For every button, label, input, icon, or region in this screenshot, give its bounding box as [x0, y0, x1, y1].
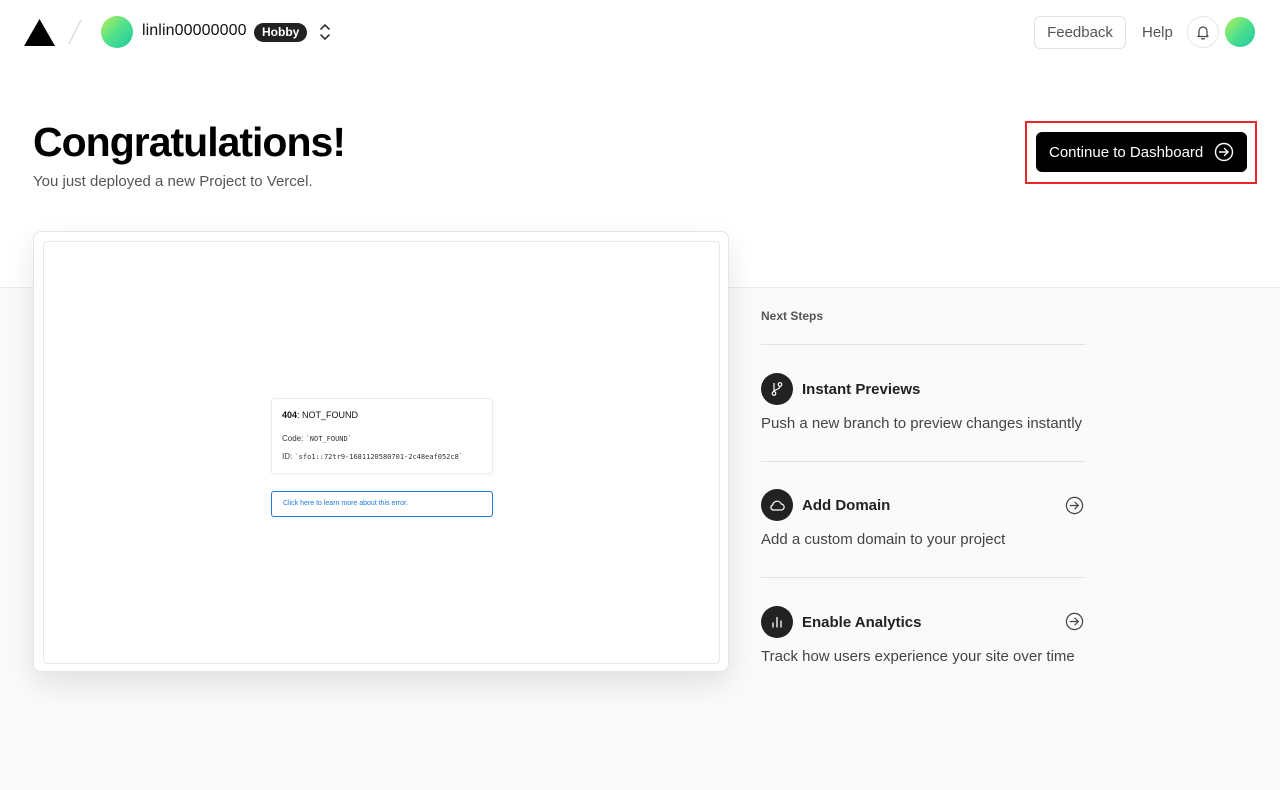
step-icon-badge [761, 606, 793, 638]
error-id-value: `sfo1::72tr9-1681120580701-2c48eaf052c8` [294, 453, 464, 461]
step-title-enable-analytics[interactable]: Enable Analytics [802, 614, 922, 631]
user-avatar[interactable] [1225, 17, 1255, 47]
error-name: : NOT_FOUND [297, 410, 359, 420]
step-description: Track how users experience your site ove… [761, 648, 1075, 665]
bell-icon [1197, 26, 1209, 40]
bar-chart-icon [772, 616, 782, 628]
arrow-circle-right-icon[interactable] [1065, 496, 1084, 515]
divider [761, 461, 1085, 462]
page-subtitle: You just deployed a new Project to Verce… [33, 173, 313, 190]
team-avatar[interactable] [101, 16, 133, 48]
feedback-button[interactable]: Feedback [1034, 16, 1126, 49]
cloud-icon [770, 500, 785, 511]
git-branch-icon [771, 382, 783, 396]
next-steps-heading: Next Steps [761, 309, 824, 323]
error-code-value: `NOT_FOUND` [305, 435, 352, 443]
chevron-up-down-icon[interactable] [317, 22, 333, 42]
error-id-line: ID: `sfo1::72tr9-1681120580701-2c48eaf05… [282, 452, 463, 461]
error-code-label: Code: [282, 434, 304, 443]
notifications-button[interactable] [1187, 16, 1219, 48]
continue-to-dashboard-label: Continue to Dashboard [1049, 143, 1204, 161]
arrow-circle-right-icon[interactable] [1065, 612, 1084, 631]
divider [761, 344, 1085, 345]
help-link[interactable]: Help [1142, 24, 1173, 41]
step-title-add-domain[interactable]: Add Domain [802, 497, 890, 514]
error-code-line: Code: `NOT_FOUND` [282, 434, 352, 443]
error-help-link[interactable]: Click here to learn more about this erro… [271, 491, 493, 517]
page-title: Congratulations! [33, 119, 346, 165]
plan-badge: Hobby [254, 23, 308, 42]
divider [761, 577, 1085, 578]
step-description: Add a custom domain to your project [761, 531, 1006, 548]
team-name[interactable]: linlin00000000 [142, 22, 247, 40]
step-description: Push a new branch to preview changes ins… [761, 415, 1083, 432]
deployment-preview-card[interactable]: 404: NOT_FOUND Code: `NOT_FOUND` ID: `sf… [33, 231, 729, 672]
vercel-logo-icon[interactable] [24, 19, 55, 46]
step-icon-badge [761, 373, 793, 405]
top-navigation: linlin00000000 Hobby Feedback Help [0, 0, 1280, 64]
error-heading: 404: NOT_FOUND [282, 410, 358, 420]
step-icon-badge [761, 489, 793, 521]
error-details-box: 404: NOT_FOUND Code: `NOT_FOUND` ID: `sf… [271, 398, 493, 474]
step-title-instant-previews[interactable]: Instant Previews [802, 381, 920, 398]
error-status: 404 [282, 410, 298, 420]
deployment-preview-frame: 404: NOT_FOUND Code: `NOT_FOUND` ID: `sf… [43, 241, 720, 664]
error-id-label: ID: [282, 452, 293, 461]
continue-to-dashboard-button[interactable]: Continue to Dashboard [1036, 132, 1247, 172]
arrow-circle-right-icon [1214, 142, 1234, 162]
separator-slash-icon [68, 19, 82, 45]
